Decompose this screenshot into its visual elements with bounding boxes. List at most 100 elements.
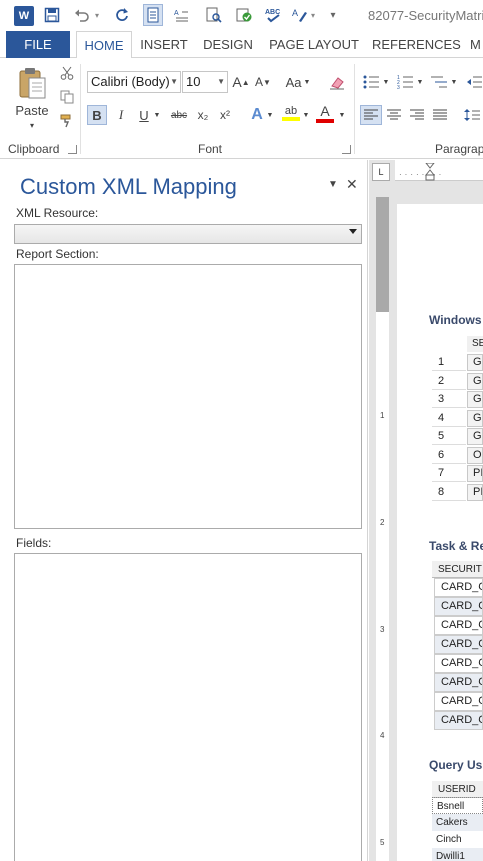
word-window: W ▾ A ABC A ▾ ▾ 82077-SecurityMatri FILE…: [0, 0, 483, 861]
word-logo-icon[interactable]: W: [14, 6, 34, 26]
numbering-icon[interactable]: 123: [394, 71, 416, 93]
clipboard-launcher-icon[interactable]: [68, 145, 77, 154]
table-cell: G: [467, 428, 483, 445]
subscript-button[interactable]: x₂: [194, 105, 212, 125]
spelling-icon[interactable]: A: [172, 4, 192, 26]
report-section-list[interactable]: [14, 264, 362, 529]
cut-icon[interactable]: [58, 64, 76, 82]
format-painter-icon[interactable]: A: [290, 4, 310, 26]
italic-button[interactable]: I: [112, 105, 130, 125]
tab-design[interactable]: DESIGN: [202, 31, 254, 58]
table-row: CARD_C: [434, 578, 483, 597]
ribbon: Paste ▾ Clipboard Calibri (Body) ▼ 10 ▼ …: [0, 58, 483, 159]
undo-icon[interactable]: [72, 4, 92, 26]
highlight-dropdown-icon[interactable]: ▼: [302, 105, 310, 125]
font-size-combo[interactable]: 10 ▼: [182, 71, 228, 93]
font-size-value: 10: [186, 74, 201, 89]
chevron-down-icon: ▼: [217, 77, 225, 86]
vertical-ruler[interactable]: [376, 197, 389, 861]
pane-title: Custom XML Mapping: [20, 174, 237, 199]
paste-button[interactable]: Paste: [14, 102, 50, 118]
highlight-label: ab: [284, 105, 298, 117]
horizontal-ruler[interactable]: ········: [395, 162, 483, 181]
font-color-button[interactable]: A: [314, 102, 336, 124]
tab-insert[interactable]: INSERT: [140, 31, 188, 58]
table-cell: G: [467, 391, 483, 408]
font-launcher-icon[interactable]: [342, 145, 351, 154]
clear-formatting-icon[interactable]: [326, 71, 348, 93]
tab-references[interactable]: REFERENCES: [372, 31, 461, 58]
tab-selector-button[interactable]: L: [372, 163, 390, 181]
strikethrough-button[interactable]: abc: [166, 105, 192, 125]
table-row-number: 8: [432, 484, 466, 501]
pane-options-icon[interactable]: ▼: [328, 179, 338, 190]
approve-icon[interactable]: [234, 4, 254, 26]
format-dropdown-icon[interactable]: ▾: [308, 4, 318, 26]
svg-text:3: 3: [397, 85, 400, 89]
tab-file[interactable]: FILE: [6, 31, 70, 58]
paragraph-group-label: Paragrap: [435, 142, 483, 156]
svg-text:A: A: [174, 10, 179, 17]
abc-check-icon[interactable]: ABC: [264, 4, 284, 26]
table-cell: PI: [467, 483, 483, 501]
tab-mailings[interactable]: M: [470, 31, 483, 58]
ruler-dots: ········: [399, 170, 445, 179]
table-row: CARD_C: [434, 692, 483, 711]
xml-resource-dropdown[interactable]: [14, 224, 362, 244]
undo-dropdown-icon[interactable]: ▾: [92, 4, 102, 26]
decrease-indent-icon[interactable]: [464, 71, 483, 93]
table-header-cell: SECURIT: [432, 561, 483, 578]
table-row: CARD_C: [434, 673, 483, 692]
multilevel-list-icon[interactable]: [428, 71, 450, 93]
shrink-font-button[interactable]: A ▼: [254, 71, 272, 93]
grow-font-button[interactable]: A ▲: [232, 71, 250, 93]
group-separator: [354, 64, 355, 154]
save-icon[interactable]: [42, 4, 62, 26]
align-left-icon[interactable]: [360, 105, 382, 125]
change-case-button[interactable]: Aa ▼: [282, 71, 314, 93]
paste-dropdown-icon[interactable]: ▾: [26, 120, 38, 130]
superscript-button[interactable]: x²: [216, 105, 234, 125]
redo-icon[interactable]: [112, 4, 132, 26]
numbering-dropdown-icon[interactable]: ▼: [416, 71, 424, 93]
tab-home[interactable]: HOME: [76, 31, 132, 59]
document-title: 82077-SecurityMatri: [368, 8, 483, 23]
highlight-button[interactable]: ab: [280, 102, 302, 124]
align-right-icon[interactable]: [406, 105, 428, 125]
table-cell: O: [467, 446, 483, 464]
bullets-icon[interactable]: [360, 71, 382, 93]
underline-dropdown-icon[interactable]: ▼: [152, 105, 162, 125]
font-name-combo[interactable]: Calibri (Body) ▼: [87, 71, 181, 93]
fields-list[interactable]: [14, 553, 362, 861]
justify-icon[interactable]: [429, 105, 451, 125]
document-view-icon[interactable]: [143, 4, 163, 26]
line-spacing-icon[interactable]: [460, 105, 483, 125]
indent-marker-icon[interactable]: [424, 162, 436, 181]
shrink-font-label: A: [255, 75, 264, 89]
multilevel-dropdown-icon[interactable]: ▼: [450, 71, 458, 93]
ruler-number: 3: [380, 625, 385, 634]
table-header-cell: USERID: [432, 781, 483, 798]
tab-page-layout[interactable]: PAGE LAYOUT: [268, 31, 360, 58]
bullets-dropdown-icon[interactable]: ▼: [382, 71, 390, 93]
table-row-number: 5: [432, 428, 466, 445]
print-preview-icon[interactable]: [204, 4, 224, 26]
text-effects-button[interactable]: A: [248, 105, 266, 125]
align-center-icon[interactable]: [383, 105, 405, 125]
section-heading: Query Us: [429, 758, 483, 772]
font-color-dropdown-icon[interactable]: ▼: [337, 105, 347, 125]
paste-icon[interactable]: [18, 66, 48, 100]
customize-qat-icon[interactable]: ▾: [326, 4, 340, 26]
underline-button[interactable]: U: [136, 105, 152, 125]
clipboard-group-label: Clipboard: [8, 142, 60, 156]
close-icon[interactable]: ✕: [346, 176, 358, 193]
ruler-number: 5: [380, 838, 385, 847]
bold-button[interactable]: B: [87, 105, 107, 125]
text-effects-dropdown-icon[interactable]: ▼: [266, 105, 274, 125]
font-name-value: Calibri (Body): [91, 74, 170, 89]
fields-label: Fields:: [16, 536, 52, 550]
copy-icon[interactable]: [58, 88, 76, 106]
table-cell: PI: [467, 465, 483, 482]
table-row-number: 3: [432, 391, 466, 408]
format-painter-brush-icon[interactable]: [58, 112, 76, 130]
